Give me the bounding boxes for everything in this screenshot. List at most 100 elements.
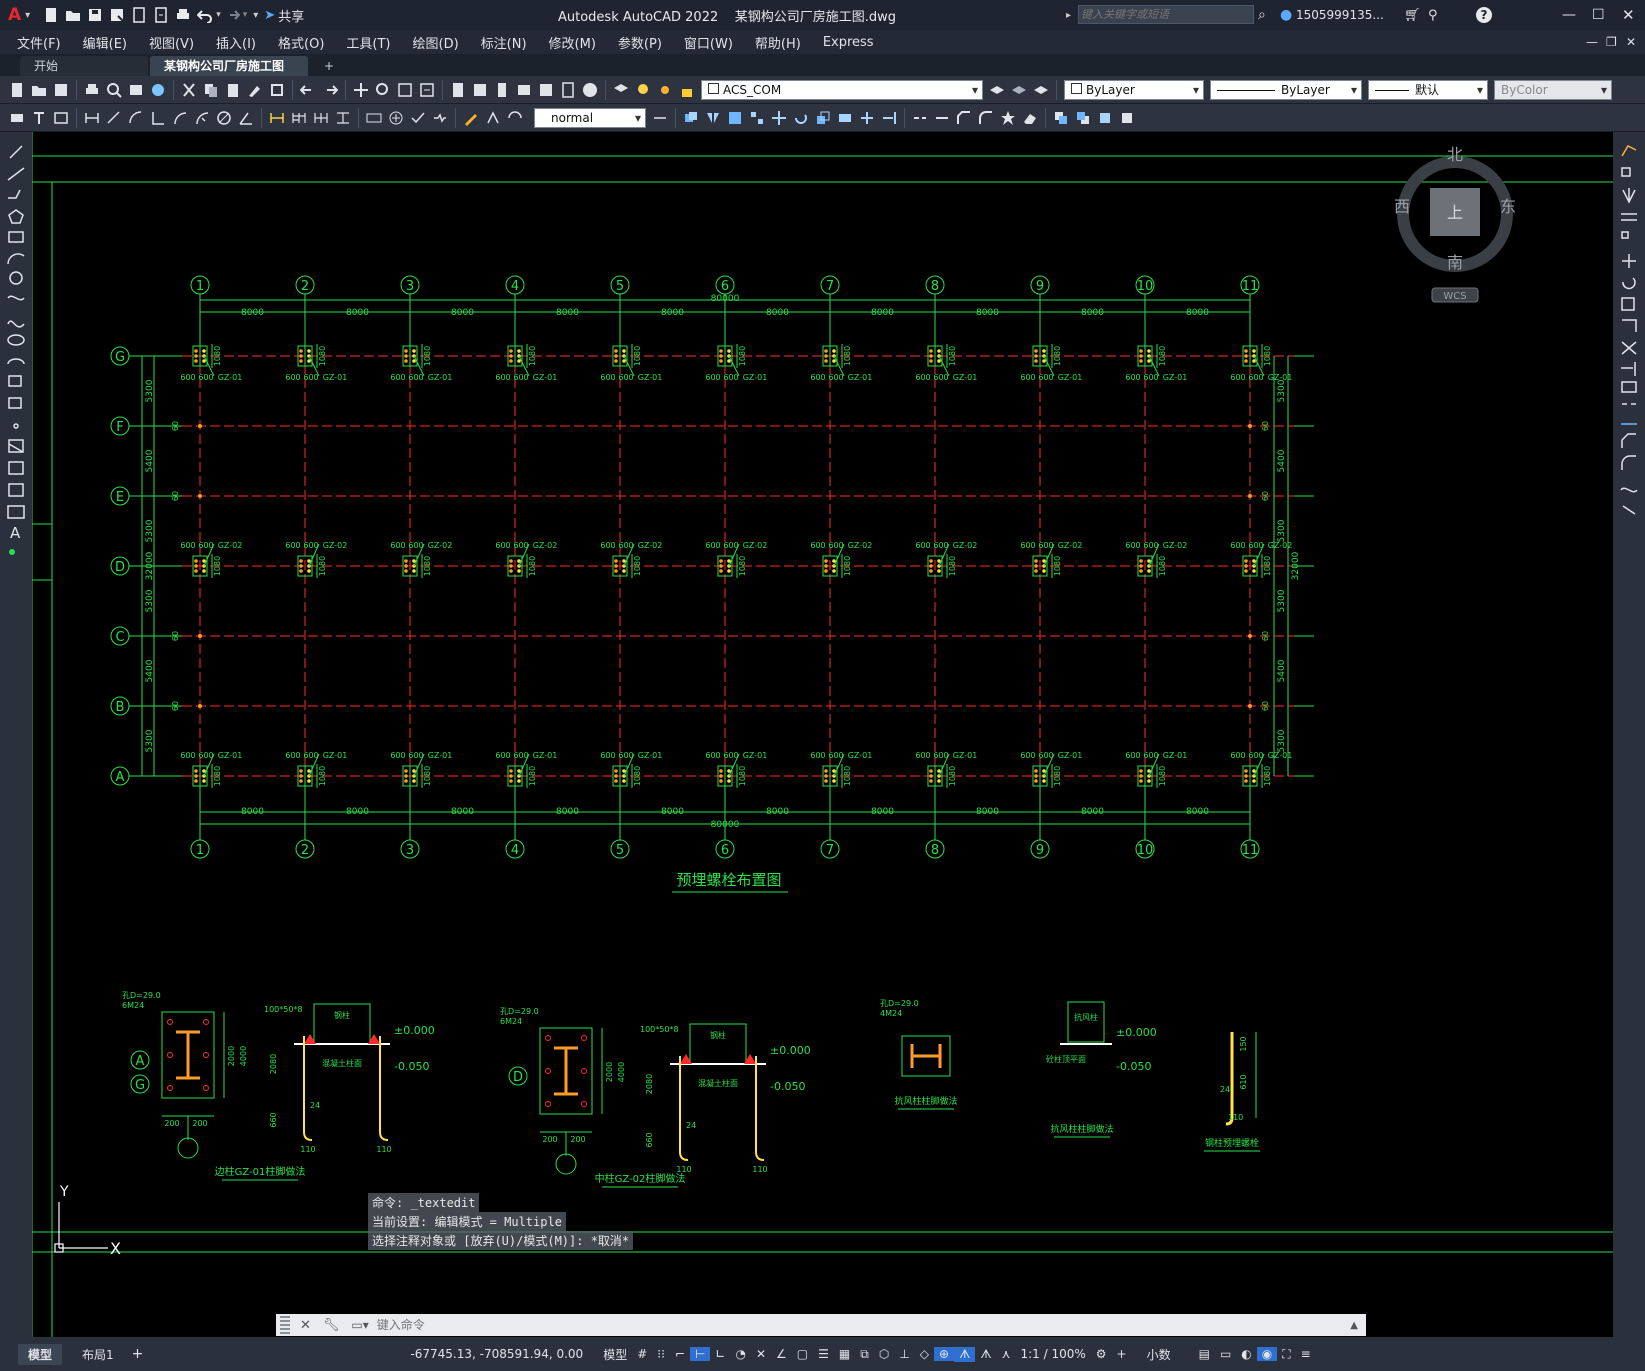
menu-edit[interactable]: 编辑(E) [72,33,138,52]
menu-insert[interactable]: 插入(I) [205,33,267,52]
modify-blend-icon[interactable] [1620,487,1638,493]
annotation-scale-icon[interactable]: ⋏ [997,1347,1016,1361]
quick-access-more-icon[interactable]: ▾ [253,10,258,21]
object-snap-tracking-icon[interactable]: ∠ [771,1347,792,1361]
mod-move-icon[interactable] [771,110,787,126]
dim-update-icon[interactable] [507,110,523,126]
modify-mirror-icon[interactable] [1622,188,1636,204]
lineweight-icon[interactable]: ☰ [813,1347,834,1361]
hardware-accel-icon[interactable]: ◉ [1256,1347,1278,1361]
annotation-scale-value[interactable]: 1:1 / 100% [1015,1347,1090,1361]
wcs-label[interactable]: WCS [1443,291,1466,302]
mod-trim-icon[interactable] [859,110,875,126]
gizmo-icon[interactable]: ⊕ [934,1347,955,1361]
drawing-canvas[interactable]: 上 北 南 西 东 WCS 1 1 8000 8000 2 2 8000 8000 3 3 8000… [32,132,1613,1337]
tb-plot-icon[interactable] [84,82,100,98]
object-snap-icon[interactable]: ▢ [792,1347,813,1361]
mod-mirror-icon[interactable] [705,110,721,126]
draw-spline-icon[interactable] [7,320,25,328]
tb-paste-icon[interactable] [225,82,241,98]
modify-chamfer-icon[interactable] [1621,433,1636,448]
tb-design-center-icon[interactable] [472,82,488,98]
draw-arc-icon[interactable] [7,253,25,265]
cmdline-recent-icon[interactable]: ▭▾ [351,1318,368,1332]
lineweight-combo[interactable]: 默认 [1368,79,1488,100]
draw-gradient-icon[interactable] [8,461,24,475]
tb-zoom-window-icon[interactable] [397,82,413,98]
jogged-linear-icon[interactable] [432,110,448,126]
dim-diameter-icon[interactable] [216,110,232,126]
cart-icon[interactable]: 🛒︎ [1404,8,1421,23]
app-menu-chevron-icon[interactable]: ▾ [25,10,30,21]
open-web-icon[interactable] [131,7,147,23]
undo-icon[interactable] [197,7,213,23]
mod-explode-icon[interactable] [1000,110,1016,126]
quick-properties-icon[interactable]: ▤ [1194,1347,1215,1361]
search-input[interactable] [1078,5,1254,24]
save-web-icon[interactable] [153,7,169,23]
dim-continue-icon[interactable] [313,110,329,126]
mod-offset-icon[interactable] [727,110,743,126]
menu-help[interactable]: 帮助(H) [744,33,812,52]
doc-minimize-icon[interactable]: — [1586,35,1598,49]
tb-tablestyle-icon[interactable] [53,110,69,126]
tb-new-icon[interactable] [9,82,25,98]
dynamic-ucs-icon[interactable]: ⊥ [894,1347,914,1361]
draworder-back-icon[interactable] [1075,110,1091,126]
draw-polygon-icon[interactable] [8,209,24,224]
draw-line-icon[interactable] [9,145,23,159]
tb-block-icon[interactable] [269,82,285,98]
auto-scale-icon[interactable]: ᗑ [975,1347,996,1362]
tolerance-icon[interactable] [366,110,382,126]
units-value[interactable]: 小数 [1142,1346,1176,1363]
tb-properties-icon[interactable] [450,82,466,98]
draw-construction-line-icon[interactable] [7,167,25,181]
dim-radius-icon[interactable] [172,110,188,126]
mod-fillet-icon[interactable] [978,110,994,126]
tb-markup-icon[interactable] [538,82,554,98]
transparency-icon[interactable]: ▦ [834,1347,855,1361]
model-space-button[interactable]: 模型 [598,1346,632,1363]
tab-start[interactable]: 开始 [20,56,148,76]
mod-copy-icon[interactable] [683,110,699,126]
search-expand-icon[interactable]: ▸ [1066,10,1071,21]
user-icon[interactable]: ● [1280,7,1292,23]
menu-file[interactable]: 文件(F) [6,33,72,52]
new-file-icon[interactable] [43,7,59,23]
modify-array-icon[interactable] [1621,231,1629,239]
dim-aligned-icon[interactable] [106,110,122,126]
modify-fillet-icon[interactable] [1621,455,1636,470]
draw-point-icon[interactable] [13,423,19,429]
mod-erase-icon[interactable] [1022,110,1038,126]
help-icon[interactable]: ? [1476,7,1492,23]
modify-scale-icon[interactable] [1621,297,1635,311]
draworder-front-icon[interactable] [1053,110,1069,126]
modify-trim-icon[interactable] [1621,341,1637,355]
menu-window[interactable]: 窗口(W) [673,33,744,52]
search-icon[interactable]: ⌕ [1258,7,1266,23]
menu-express[interactable]: Express [812,35,885,50]
tb-publish-icon[interactable] [128,82,144,98]
layer-thaw-sun-icon[interactable] [657,82,673,98]
tb-layer-previous-icon[interactable] [1011,82,1027,98]
dim-text-edit-icon[interactable] [485,110,501,126]
undo-dropdown-chevron-icon[interactable]: ▾ [216,10,221,20]
draw-mtext-icon[interactable]: A [10,524,21,542]
menu-view[interactable]: 视图(V) [138,33,205,52]
insert-block-icon[interactable] [8,375,22,387]
redo-icon[interactable] [224,7,240,23]
share-button-label[interactable]: 共享 [278,6,304,25]
modify-copy-icon[interactable] [1621,167,1631,177]
dynamic-input-icon[interactable]: ⊢ [689,1347,711,1361]
tb-help-icon[interactable] [582,82,598,98]
autocad-logo[interactable]: A [8,5,21,25]
open-folder-icon[interactable] [65,7,81,23]
dim-style-manager-icon[interactable] [652,110,668,126]
mod-join-icon[interactable] [934,110,950,126]
modify-move-icon[interactable] [1622,254,1636,268]
isometric-icon[interactable]: ✕ [751,1347,771,1361]
selection-filter-icon[interactable]: ◇ [915,1347,934,1361]
command-input[interactable] [374,1317,1351,1333]
mod-rotate-icon[interactable] [793,110,809,126]
grid-icon[interactable]: # [632,1347,652,1361]
